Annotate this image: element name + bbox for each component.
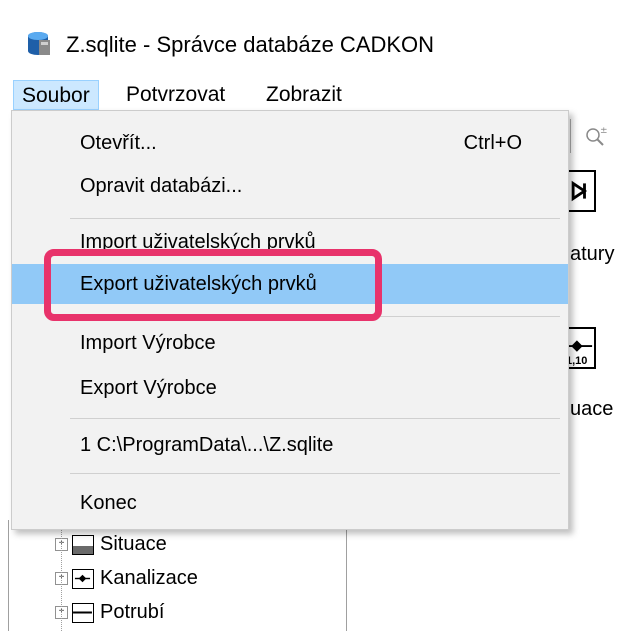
- menu-separator: [70, 418, 560, 419]
- button-caption: 1,10: [566, 355, 588, 367]
- menu-potvrzovat[interactable]: Potvrzovat: [126, 80, 225, 110]
- menu-item-open[interactable]: Otevřít... Ctrl+O: [12, 123, 568, 163]
- menu-item-repair-database[interactable]: Opravit databázi...: [12, 166, 568, 206]
- menu-item-import-manufacturer[interactable]: Import Výrobce: [12, 323, 568, 363]
- menu-item-export-manufacturer[interactable]: Export Výrobce: [12, 368, 568, 408]
- menu-item-label: Konec: [80, 492, 137, 514]
- pipe-icon: [72, 602, 94, 623]
- menu-item-label: Opravit databázi...: [80, 175, 243, 197]
- menu-item-exit[interactable]: Konec: [12, 483, 568, 523]
- database-icon: [28, 32, 50, 55]
- tree-item-potrubi[interactable]: + Potrubí: [55, 598, 164, 626]
- sewer-valve-icon: [72, 568, 94, 589]
- callout-highlight: [44, 249, 382, 321]
- toolbar-border: [570, 119, 571, 153]
- menu-separator: [70, 218, 560, 219]
- situation-label: uace: [570, 398, 614, 420]
- menu-item-label: Export Výrobce: [80, 377, 217, 399]
- menu-separator: [70, 473, 560, 474]
- menu-item-label: 1 C:\ProgramData\...\Z.sqlite: [80, 434, 334, 456]
- situation-icon: [72, 534, 94, 555]
- armature-label: atury: [570, 243, 615, 265]
- menu-item-label: Otevřít...: [80, 132, 157, 154]
- zoom-icon[interactable]: ±: [584, 124, 608, 148]
- menu-item-label: Import Výrobce: [80, 332, 216, 354]
- panel-divider: [346, 520, 347, 631]
- tree-item-label: Situace: [100, 533, 167, 555]
- menu-soubor[interactable]: Soubor: [13, 80, 99, 110]
- menu-item-recent-file[interactable]: 1 C:\ProgramData\...\Z.sqlite: [12, 425, 568, 465]
- menu-zobrazit[interactable]: Zobrazit: [266, 80, 342, 110]
- tree-item-label: Potrubí: [100, 601, 165, 623]
- title-bar: Z.sqlite - Správce databáze CADKON: [0, 0, 634, 80]
- tree-guide-line: [61, 520, 62, 631]
- tree-item-label: Kanalizace: [100, 567, 198, 589]
- menu-item-shortcut: Ctrl+O: [463, 132, 522, 154]
- panel-left-border: [8, 520, 9, 631]
- menu-bar: Soubor Potvrzovat Zobrazit: [0, 80, 634, 110]
- tree-item-situace[interactable]: + Situace: [55, 530, 167, 558]
- window-title: Z.sqlite - Správce databáze CADKON: [66, 32, 435, 57]
- tree-item-kanalizace[interactable]: + Kanalizace: [55, 564, 198, 592]
- svg-text:±: ±: [600, 126, 608, 136]
